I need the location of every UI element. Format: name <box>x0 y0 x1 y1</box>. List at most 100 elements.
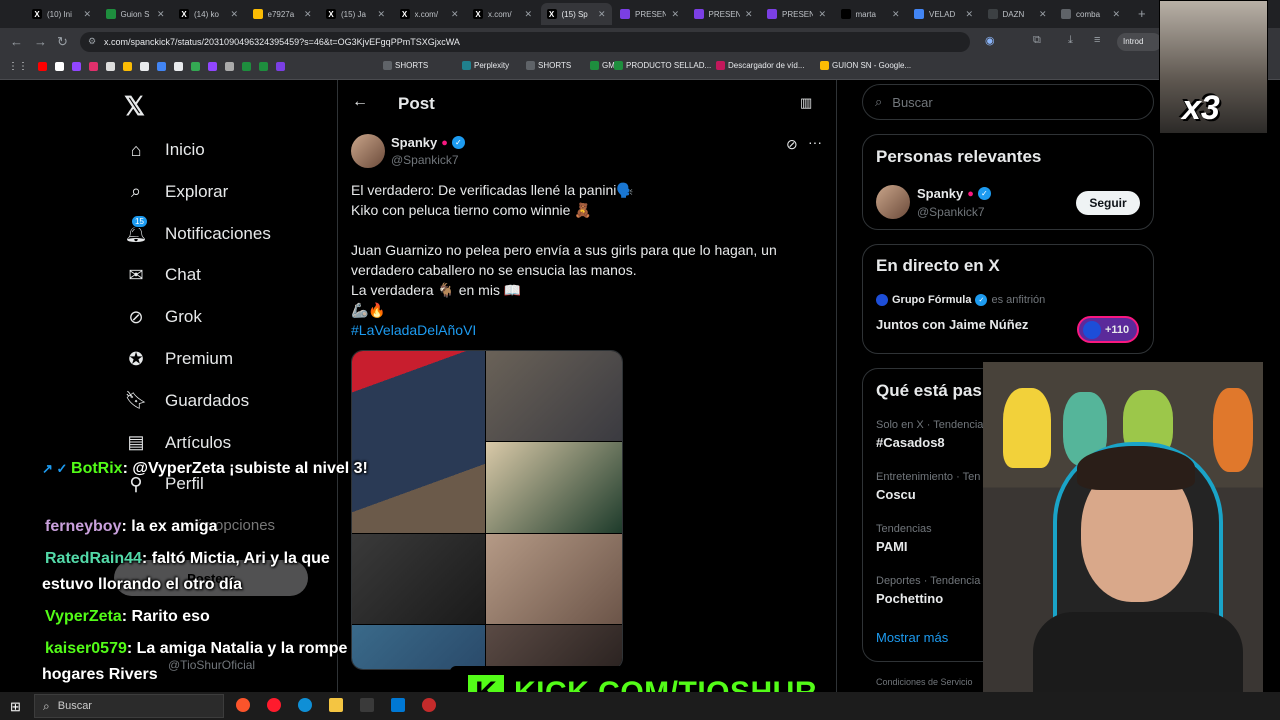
media-photo-5[interactable] <box>486 534 622 624</box>
brave-icon[interactable] <box>236 698 250 712</box>
slides-icon[interactable] <box>276 62 285 71</box>
edge-icon[interactable] <box>298 698 312 712</box>
site-info-icon[interactable]: ⚙ <box>88 36 96 47</box>
tab-4[interactable]: X (15) Ja ✕ <box>320 3 391 25</box>
store-icon[interactable] <box>360 698 374 712</box>
close-icon[interactable]: ✕ <box>230 9 238 20</box>
media-photo-2[interactable] <box>486 351 622 441</box>
mail-icon[interactable] <box>391 698 405 712</box>
close-icon[interactable]: ✕ <box>83 9 91 20</box>
back-arrow-icon[interactable]: ← <box>352 93 368 111</box>
tab-1[interactable]: Guion S ✕ <box>100 3 171 25</box>
relevant-avatar[interactable] <box>876 185 910 219</box>
close-icon[interactable]: ✕ <box>598 9 606 20</box>
trend-name[interactable]: Coscu <box>876 487 916 502</box>
close-icon[interactable]: ✕ <box>671 9 679 20</box>
show-more-link[interactable]: Mostrar más <box>876 630 948 645</box>
close-icon[interactable]: ✕ <box>1112 9 1120 20</box>
forward-icon[interactable]: → <box>34 34 47 49</box>
sheets-icon[interactable] <box>242 62 251 71</box>
nav-item-bell[interactable]: 🔔︎ 15 Notificaciones <box>125 214 271 245</box>
opera-icon[interactable] <box>267 698 281 712</box>
tab-2[interactable]: X (14) ko ✕ <box>173 3 244 25</box>
instagram-icon[interactable] <box>89 62 98 71</box>
trend-name[interactable]: Pochettino <box>876 591 943 606</box>
close-icon[interactable]: ✕ <box>304 9 312 20</box>
media-photo-7[interactable] <box>486 625 622 669</box>
menu-icon[interactable]: ≡ <box>1094 34 1100 46</box>
tab-3[interactable]: e7927a ✕ <box>247 3 318 25</box>
nav-item-article[interactable]: ▤ Artículos <box>125 432 231 454</box>
back-icon[interactable]: ← <box>10 34 23 49</box>
sheets-icon[interactable] <box>259 62 268 71</box>
image-bookmark-icon[interactable] <box>225 62 234 71</box>
bookmark-link-icon[interactable] <box>174 62 183 71</box>
new-tab-icon[interactable]: + <box>1138 6 1146 21</box>
tab-0[interactable]: X (10) Ini ✕ <box>26 3 97 25</box>
apps-icon[interactable]: ⋮⋮ <box>8 61 28 72</box>
tab-11[interactable]: marta ✕ <box>835 3 906 25</box>
live-host-row[interactable]: Grupo Fórmula ✓ es anfitrión <box>876 294 1045 306</box>
avatar[interactable] <box>351 134 385 168</box>
nav-item-grok[interactable]: ⊘ Grok <box>125 306 201 328</box>
tab-12[interactable]: VELAD ✕ <box>908 3 979 25</box>
close-icon[interactable]: ✕ <box>157 9 165 20</box>
author-name[interactable]: Spanky <box>391 135 437 150</box>
tab-8[interactable]: PRESEN ✕ <box>614 3 685 25</box>
media-photo-1[interactable] <box>352 351 485 533</box>
tab-10[interactable]: PRESEN ✕ <box>761 3 832 25</box>
nav-item-home[interactable]: ⌂ Inicio <box>125 139 205 161</box>
download-icon[interactable]: ⤓ <box>1068 34 1073 47</box>
media-grid[interactable] <box>351 350 623 670</box>
x-logo-icon[interactable]: 𝕏 <box>124 91 145 122</box>
bookmark-item[interactable]: SHORTS <box>383 61 428 70</box>
reload-icon[interactable]: ↻ <box>57 34 68 50</box>
taskbar-search[interactable]: ⌕ Buscar <box>34 694 224 718</box>
close-icon[interactable]: ✕ <box>745 9 753 20</box>
bookmark-item[interactable]: GUION SN - Google... <box>820 61 911 70</box>
url-field[interactable]: ⚙ x.com/spanckick7/status/20310904963243… <box>80 32 970 52</box>
more-options-icon[interactable]: ··· <box>808 134 822 150</box>
close-icon[interactable]: ✕ <box>524 9 532 20</box>
profile-chip[interactable]: Introd <box>1117 33 1162 51</box>
live-space-title[interactable]: Juntos con Jaime Núñez <box>876 317 1028 332</box>
close-icon[interactable]: ✕ <box>892 9 900 20</box>
youtube-icon[interactable] <box>38 62 47 71</box>
close-icon[interactable]: ✕ <box>818 9 826 20</box>
relevant-name[interactable]: Spanky <box>917 186 963 201</box>
bookmark-item[interactable]: GM <box>590 61 615 70</box>
nav-item-search[interactable]: ⌕ Explorar <box>125 181 228 203</box>
live-listeners-pill[interactable]: +110 <box>1077 316 1139 343</box>
tab-13[interactable]: DAZN ✕ <box>982 3 1053 25</box>
folder-icon[interactable] <box>329 698 343 712</box>
trend-name[interactable]: PAMI <box>876 539 908 554</box>
x-logo-icon[interactable] <box>55 62 64 71</box>
footer-link[interactable]: Condiciones de Servicio <box>876 677 973 687</box>
tiktok-icon[interactable] <box>140 62 149 71</box>
windows-start-icon[interactable]: ⊞ <box>10 699 21 715</box>
relevant-handle[interactable]: @Spankick7 <box>917 205 985 219</box>
follow-button[interactable]: Seguir <box>1076 191 1140 215</box>
close-icon[interactable]: ✕ <box>451 9 459 20</box>
tab-9[interactable]: PRESEN ✕ <box>688 3 759 25</box>
close-icon[interactable]: ✕ <box>965 9 973 20</box>
close-icon[interactable]: ✕ <box>377 9 385 20</box>
close-icon[interactable]: ✕ <box>1039 9 1047 20</box>
puzzle-icon[interactable]: ⧉ <box>1033 34 1041 47</box>
puzzle-bookmark-icon[interactable] <box>191 62 200 71</box>
tab-7[interactable]: X (15) Sp ✕ <box>540 3 612 25</box>
tab-6[interactable]: Xx.com/ ✕ <box>467 3 538 25</box>
nav-item-bookmark[interactable]: 🔖︎ Guardados <box>125 390 250 412</box>
nav-item-mail[interactable]: ✉ Chat <box>125 264 200 286</box>
extension-icon[interactable]: ◉ <box>985 34 995 47</box>
obs-icon[interactable] <box>422 698 436 712</box>
trend-name[interactable]: #Casados8 <box>876 435 945 450</box>
twitch-icon[interactable] <box>72 62 81 71</box>
author-handle[interactable]: @Spankick7 <box>391 153 459 167</box>
media-photo-3[interactable] <box>486 442 622 533</box>
bookmark-item[interactable]: SHORTS <box>526 61 571 70</box>
search-input[interactable]: ⌕ Buscar <box>862 84 1154 120</box>
tab-14[interactable]: comba ✕ <box>1055 3 1126 25</box>
bookmark-item[interactable]: Descargador de víd... <box>716 61 804 70</box>
grok-icon[interactable]: ⊘ <box>786 136 798 153</box>
